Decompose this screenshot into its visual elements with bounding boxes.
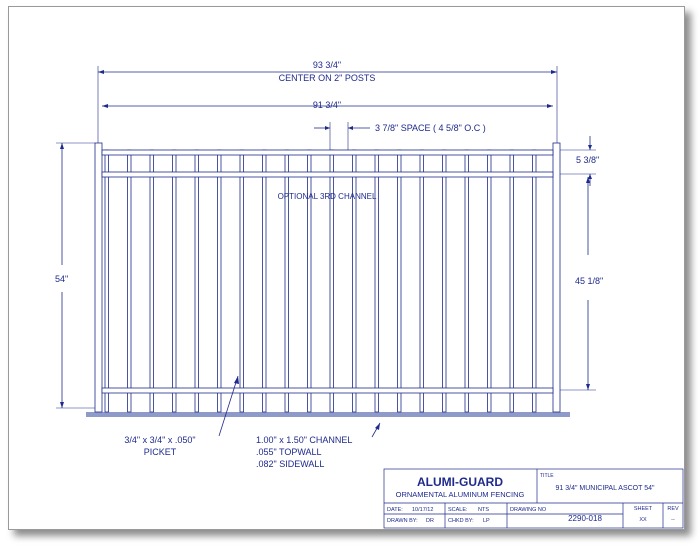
top-gap-arrow-2 [588, 174, 592, 179]
picket [442, 149, 447, 413]
picket-length-arrow-2 [586, 384, 590, 390]
picket [217, 149, 222, 413]
sheet-label: SHEET [634, 506, 653, 512]
picket [419, 149, 424, 413]
arrow-left-2 [102, 104, 108, 108]
date-value: 10/17/12 [412, 507, 433, 513]
overall-width-label: 93 3/4" [313, 60, 341, 70]
picket [262, 149, 267, 413]
rev-label: REV [667, 506, 679, 512]
picket [104, 149, 109, 413]
scale-value: NTS [478, 507, 489, 513]
picket [172, 149, 177, 413]
ground-line [86, 412, 570, 417]
picket-label-note: PICKET [144, 447, 177, 457]
picket [329, 149, 334, 413]
fence-drawing: 93 3/4" CENTER ON 2" POSTS 91 3/4" 3 7/8… [55, 60, 684, 529]
top-rail [101, 149, 554, 156]
picket-length-label: 45 1/8" [575, 276, 603, 286]
drawing-no-label: DRAWING NO [510, 507, 547, 513]
drawn-by-value: DR [426, 518, 434, 524]
picket [397, 149, 402, 413]
middle-rail [101, 171, 554, 178]
picket [239, 149, 244, 413]
pickets [104, 149, 537, 413]
overall-note-label: CENTER ON 2" POSTS [279, 73, 376, 83]
picket [149, 149, 154, 413]
sidewall-note: .082" SIDEWALL [256, 459, 324, 469]
picket-size-note: 3/4" x 3/4" x .050" [124, 435, 195, 445]
picket [509, 149, 514, 413]
picket [374, 149, 379, 413]
arrow-left [98, 70, 104, 74]
top-gap-label: 5 3/8" [576, 155, 599, 165]
third-channel-note: OPTIONAL 3RD CHANNEL [278, 192, 377, 201]
top-gap-arrow-1 [588, 145, 592, 150]
right-post [552, 142, 561, 413]
company-name: ALUMI-GUARD [417, 475, 503, 489]
panel-width-label: 91 3/4" [313, 100, 341, 110]
checked-by-label: CHKD BY: [448, 518, 474, 524]
picket-leader [218, 375, 239, 437]
picket-space-label: 3 7/8" SPACE ( 4 5/8" O.C ) [375, 123, 486, 133]
title-label: TITLE [540, 473, 554, 479]
picket-leader-arrow [234, 376, 239, 384]
sheet-value: XX [639, 517, 647, 523]
left-post [94, 142, 103, 413]
arrow-right-2 [547, 104, 553, 108]
channel-size-note: 1.00" x 1.50" CHANNEL [256, 435, 352, 445]
drawn-by-label: DRAWN BY: [387, 518, 418, 524]
checked-by-value: LP [483, 518, 490, 524]
picket [464, 149, 469, 413]
drawing-no-value: 2290-018 [568, 514, 602, 523]
arrow-right [551, 70, 557, 74]
drawing-title: 91 3/4" MUNICIPAL ASCOT 54" [556, 485, 656, 492]
space-arrow-left [325, 126, 330, 130]
date-label: DATE: [387, 507, 403, 513]
picket [194, 149, 199, 413]
bottom-rail [101, 387, 554, 394]
picket [284, 149, 289, 413]
picket [127, 149, 132, 413]
picket [487, 149, 492, 413]
company-subtitle: ORNAMENTAL ALUMINUM FENCING [396, 490, 525, 499]
scale-label: SCALE: [448, 507, 468, 513]
picket [352, 149, 357, 413]
picket [532, 149, 537, 413]
space-arrow-right [348, 126, 353, 130]
height-arrow-2 [60, 402, 64, 408]
picket [307, 149, 312, 413]
height-arrow-1 [60, 143, 64, 149]
topwall-note: .055" TOPWALL [256, 447, 322, 457]
channel-leader-arrow [375, 423, 380, 430]
height-label: 54" [55, 274, 68, 284]
rev-value: -- [671, 517, 675, 523]
